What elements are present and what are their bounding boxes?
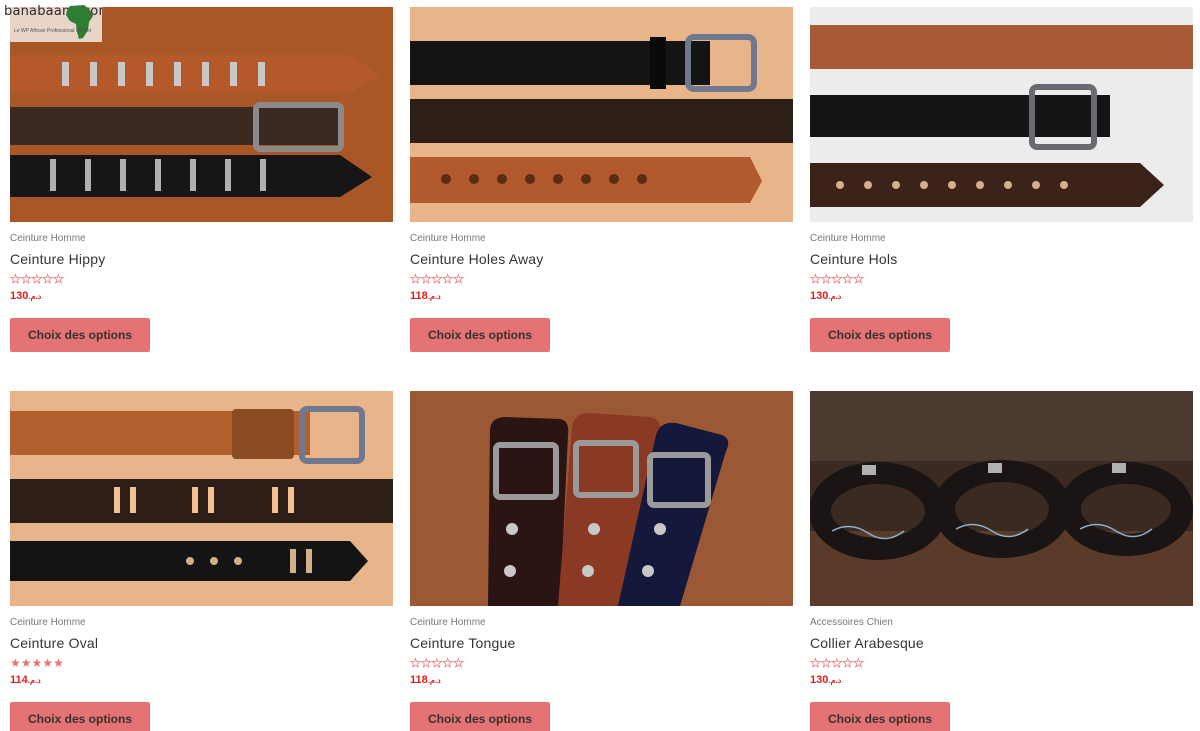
star-icon: ★ xyxy=(853,272,864,286)
product-card: Ceinture Homme Ceinture Holes Away ★★★★★… xyxy=(410,7,793,352)
choose-options-button[interactable]: Choix des options xyxy=(10,702,150,731)
currency-symbol: د.م. xyxy=(28,292,42,301)
product-title[interactable]: Ceinture Tongue xyxy=(410,635,515,651)
star-icon: ★ xyxy=(53,272,64,286)
logo-tagline: Le WP African Professional Market xyxy=(14,28,92,34)
rating-stars: ★★★★★ xyxy=(410,272,470,286)
product-card: Ceinture Homme Ceinture Hols ★★★★★ د.م.1… xyxy=(810,7,1193,352)
star-icon: ★ xyxy=(820,272,832,286)
price-value: 114 xyxy=(10,674,28,686)
choose-options-button[interactable]: Choix des options xyxy=(410,318,550,352)
product-image-ceinture-holes-away[interactable] xyxy=(410,7,793,222)
product-image-collier-arabesque[interactable] xyxy=(810,391,1193,606)
product-card: Accessoires Chien Collier Arabesque ★★★★… xyxy=(810,391,1193,731)
star-icon: ★ xyxy=(10,656,21,670)
star-icon: ★ xyxy=(410,272,421,286)
product-title[interactable]: Ceinture Hippy xyxy=(10,251,105,267)
africa-map-icon xyxy=(66,5,93,39)
star-icon: ★ xyxy=(842,272,854,286)
star-icon: ★ xyxy=(420,272,432,286)
star-icon: ★ xyxy=(31,656,43,670)
currency-symbol: د.م. xyxy=(427,676,441,685)
product-category[interactable]: Ceinture Homme xyxy=(10,233,86,244)
product-category[interactable]: Ceinture Homme xyxy=(410,617,486,628)
product-card: Ceinture Homme Ceinture Oval ★★★★★ د.م.1… xyxy=(10,391,393,731)
product-price: د.م.130 xyxy=(810,290,843,302)
star-icon: ★ xyxy=(431,272,443,286)
star-icon: ★ xyxy=(42,272,54,286)
star-icon: ★ xyxy=(431,656,443,670)
star-icon: ★ xyxy=(831,272,843,286)
choose-options-button[interactable]: Choix des options xyxy=(810,702,950,731)
product-price: د.م.118 xyxy=(410,674,443,686)
product-category[interactable]: Ceinture Homme xyxy=(10,617,86,628)
star-icon: ★ xyxy=(831,656,843,670)
currency-symbol: د.م. xyxy=(828,676,842,685)
price-value: 118 xyxy=(410,290,428,302)
star-icon: ★ xyxy=(10,272,21,286)
star-icon: ★ xyxy=(842,656,854,670)
star-icon: ★ xyxy=(820,656,832,670)
rating-stars: ★★★★★ xyxy=(10,657,70,670)
product-image-ceinture-hols[interactable] xyxy=(810,7,1193,222)
product-category[interactable]: Accessoires Chien xyxy=(810,617,893,628)
star-icon: ★ xyxy=(453,272,464,286)
star-icon: ★ xyxy=(42,656,54,670)
star-icon: ★ xyxy=(20,656,32,670)
price-value: 130 xyxy=(10,290,29,302)
star-icon: ★ xyxy=(420,656,432,670)
star-icon: ★ xyxy=(810,656,821,670)
product-title[interactable]: Collier Arabesque xyxy=(810,635,924,651)
star-icon: ★ xyxy=(20,272,32,286)
star-icon: ★ xyxy=(810,272,821,286)
rating-stars: ★★★★★ xyxy=(410,656,470,670)
product-category[interactable]: Ceinture Homme xyxy=(810,233,886,244)
currency-symbol: د.م. xyxy=(27,676,41,685)
currency-symbol: د.م. xyxy=(828,292,842,301)
product-card: Ceinture Homme Ceinture Tongue ★★★★★ د.م… xyxy=(410,391,793,731)
price-value: 130 xyxy=(810,290,829,302)
product-price: د.م.130 xyxy=(10,290,43,302)
price-value: 118 xyxy=(410,674,428,686)
site-logo[interactable]: banabaana.com Le WP African Professional… xyxy=(0,0,102,42)
choose-options-button[interactable]: Choix des options xyxy=(410,702,550,731)
star-icon: ★ xyxy=(53,656,64,670)
star-icon: ★ xyxy=(442,272,454,286)
product-category[interactable]: Ceinture Homme xyxy=(410,233,486,244)
choose-options-button[interactable]: Choix des options xyxy=(810,318,950,352)
product-title[interactable]: Ceinture Oval xyxy=(10,635,98,651)
product-image-ceinture-tongue[interactable] xyxy=(410,391,793,606)
product-price: د.م.118 xyxy=(410,290,443,302)
rating-stars: ★★★★★ xyxy=(10,272,70,286)
star-icon: ★ xyxy=(442,656,454,670)
star-icon: ★ xyxy=(453,656,464,670)
product-image-ceinture-oval[interactable] xyxy=(10,391,393,606)
currency-symbol: د.م. xyxy=(427,292,441,301)
rating-stars: ★★★★★ xyxy=(810,272,870,286)
star-icon: ★ xyxy=(853,656,864,670)
product-title[interactable]: Ceinture Hols xyxy=(810,251,897,267)
rating-stars: ★★★★★ xyxy=(810,656,870,670)
choose-options-button[interactable]: Choix des options xyxy=(10,318,150,352)
star-icon: ★ xyxy=(31,272,43,286)
product-price: د.م.114 xyxy=(10,674,43,686)
product-title[interactable]: Ceinture Holes Away xyxy=(410,251,544,267)
star-icon: ★ xyxy=(410,656,421,670)
product-price: د.م.130 xyxy=(810,674,843,686)
price-value: 130 xyxy=(810,674,829,686)
